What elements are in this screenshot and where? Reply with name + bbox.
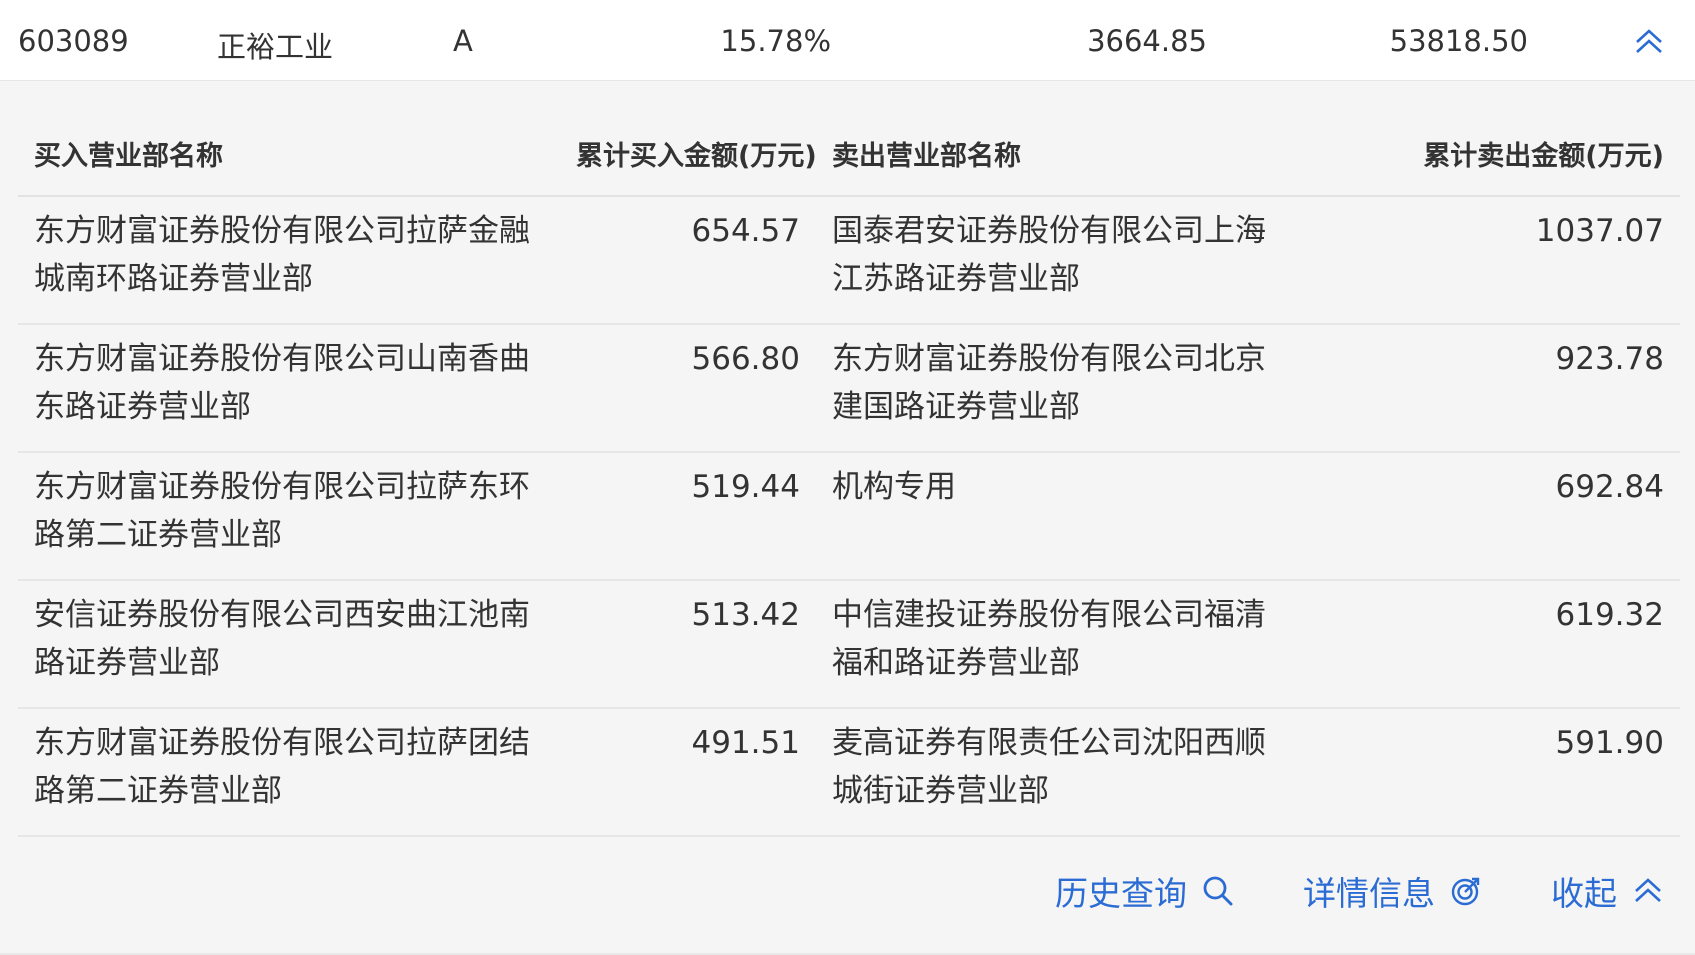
buy-amount: 566.80: [560, 324, 816, 453]
collapse-link[interactable]: 收起: [1551, 867, 1665, 915]
buy-broker-name: 东方财富证券股份有限公司拉萨东环路第二证券营业部: [18, 452, 560, 581]
buy-total: 3664.85: [1087, 24, 1207, 58]
history-query-label: 历史查询: [1055, 874, 1187, 913]
buy-amount: 654.57: [560, 196, 816, 325]
sell-amount: 591.90: [1296, 708, 1680, 837]
footer-links: 历史查询 详情信息 收起: [987, 863, 1665, 919]
buy-broker-name: 安信证券股份有限公司西安曲江池南路证券营业部: [18, 580, 560, 709]
stock-code: 603089: [18, 24, 129, 58]
target-icon: [1451, 877, 1480, 906]
table-row: 东方财富证券股份有限公司山南香曲东路证券营业部 566.80 东方财富证券股份有…: [18, 324, 1680, 453]
buy-broker-name: 东方财富证券股份有限公司拉萨金融城南环路证券营业部: [18, 196, 560, 325]
buy-broker-name: 东方财富证券股份有限公司拉萨团结路第二证券营业部: [18, 708, 560, 837]
header-sell-name: 卖出营业部名称: [816, 111, 1296, 197]
stock-name: 正裕工业: [217, 30, 334, 64]
sell-broker-name: 国泰君安证券股份有限公司上海江苏路证券营业部: [816, 196, 1296, 325]
sell-total: 53818.50: [1389, 24, 1528, 58]
table-row: 东方财富证券股份有限公司拉萨东环路第二证券营业部 519.44 机构专用 692…: [18, 452, 1680, 581]
history-query-link[interactable]: 历史查询: [1055, 867, 1235, 915]
sell-broker-name: 东方财富证券股份有限公司北京建国路证券营业部: [816, 324, 1296, 453]
details-label: 详情信息: [1303, 874, 1435, 913]
buy-amount: 513.42: [560, 580, 816, 709]
collapse-label: 收起: [1551, 874, 1617, 913]
buy-amount: 519.44: [560, 452, 816, 581]
sell-amount: 692.84: [1296, 452, 1680, 581]
detail-panel: 买入营业部名称 累计买入金额(万元) 卖出营业部名称 累计卖出金额(万元) 东方…: [0, 81, 1695, 955]
broker-table: 买入营业部名称 累计买入金额(万元) 卖出营业部名称 累计卖出金额(万元) 东方…: [18, 111, 1680, 837]
stock-summary-row[interactable]: 603089 正裕工业 A 15.78% 3664.85 53818.50: [0, 0, 1695, 81]
search-icon: [1203, 876, 1233, 906]
sell-broker-name: 麦高证券有限责任公司沈阳西顺城街证券营业部: [816, 708, 1296, 837]
table-row: 东方财富证券股份有限公司拉萨金融城南环路证券营业部 654.57 国泰君安证券股…: [18, 196, 1680, 325]
details-link[interactable]: 详情信息: [1303, 867, 1483, 915]
header-sell-amount: 累计卖出金额(万元): [1296, 111, 1680, 197]
sell-broker-name: 中信建投证券股份有限公司福清福和路证券营业部: [816, 580, 1296, 709]
header-buy-name: 买入营业部名称: [18, 111, 560, 197]
header-buy-amount: 累计买入金额(万元): [560, 111, 817, 197]
double-chevron-up-icon: [1635, 878, 1661, 902]
table-row: 安信证券股份有限公司西安曲江池南路证券营业部 513.42 中信建投证券股份有限…: [18, 580, 1680, 709]
table-header-row: 买入营业部名称 累计买入金额(万元) 卖出营业部名称 累计卖出金额(万元): [18, 111, 1680, 197]
sell-amount: 1037.07: [1296, 196, 1680, 325]
buy-amount: 491.51: [560, 708, 816, 837]
buy-broker-name: 东方财富证券股份有限公司山南香曲东路证券营业部: [18, 324, 560, 453]
stock-type: A: [453, 24, 473, 58]
sell-broker-name: 机构专用: [816, 452, 1296, 581]
sell-amount: 619.32: [1296, 580, 1680, 709]
table-row: 东方财富证券股份有限公司拉萨团结路第二证券营业部 491.51 麦高证券有限责任…: [18, 708, 1680, 837]
double-chevron-up-icon[interactable]: [1633, 26, 1665, 58]
change-percent: 15.78%: [720, 24, 831, 58]
sell-amount: 923.78: [1296, 324, 1680, 453]
